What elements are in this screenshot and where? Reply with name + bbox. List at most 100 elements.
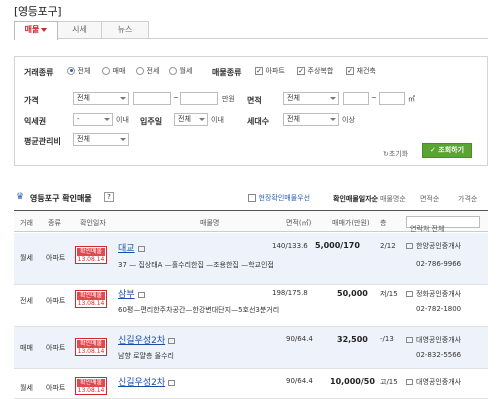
- deal-cell: 전세: [20, 297, 33, 305]
- agent-cell[interactable]: 한양공인중개사: [406, 241, 461, 251]
- maintenance-select[interactable]: 전체: [73, 133, 129, 146]
- premium-label: 익세권: [24, 117, 47, 126]
- search-label: 조회하기: [438, 146, 465, 154]
- checkbox-checked-icon: ✓: [297, 66, 305, 75]
- tab-label: 매물: [24, 25, 40, 34]
- select-value: 전체: [77, 135, 90, 143]
- household-select[interactable]: 전체: [283, 113, 339, 126]
- sort-price[interactable]: 가격순: [458, 194, 477, 204]
- table-row[interactable]: 전세 아파트 확인매물 13.08.14 삼부 60평—편리한주차공간—한강변대단…: [14, 285, 488, 327]
- page-title: [영등포구]: [14, 5, 62, 18]
- table-row[interactable]: 매매 아파트 확인매물 13.08.14 신길우성2차 남향 로얄층 올수리 90…: [14, 327, 488, 369]
- floor-cell: 2/12: [380, 242, 396, 250]
- select-value: 전체: [178, 115, 191, 123]
- table-row[interactable]: 월세 아파트 확인매물 13.08.14 신길우성2차 90/64.4 10,00…: [14, 369, 488, 399]
- household-suffix: 이상: [342, 116, 355, 124]
- radio-icon: [67, 66, 75, 75]
- deal-radio-all[interactable]: 전체: [67, 66, 90, 76]
- range-tilde: ~: [371, 94, 377, 102]
- type-check-rebuild[interactable]: ✓ 재건축: [346, 66, 376, 76]
- type-cell: 아파트: [46, 254, 66, 262]
- listing-link[interactable]: 삼부: [118, 290, 135, 300]
- tab-prices[interactable]: 시세: [57, 21, 102, 39]
- check-icon: ✓: [429, 146, 436, 154]
- radio-icon: [169, 66, 177, 75]
- tab-news[interactable]: 뉴스: [101, 21, 149, 39]
- checkbox-checked-icon: ✓: [346, 66, 354, 75]
- premium-select[interactable]: -: [73, 113, 113, 126]
- area-max-input[interactable]: [379, 92, 405, 105]
- table-row[interactable]: 월세 아파트 확인매물 13.08.14 대교 37 — 집상태A —홀수리한집 …: [14, 233, 488, 285]
- listing-desc: 60평—편리한주차공간—한강변대단지—5호선3분거리: [118, 306, 280, 314]
- agent-name[interactable]: 한양공인중개사: [416, 242, 461, 250]
- stamp-label: 확인매물: [77, 340, 105, 348]
- verified-stamp: 확인매물 13.08.14: [75, 338, 107, 356]
- agent-name[interactable]: 대영공인중개사: [416, 378, 461, 386]
- floor-cell: -/13: [380, 335, 394, 343]
- price-min-input[interactable]: [133, 92, 171, 105]
- listing-link[interactable]: 신길우성2차: [118, 336, 165, 346]
- reset-button[interactable]: ↻초기화: [383, 149, 408, 159]
- sort-area[interactable]: 면적순: [420, 194, 439, 204]
- maintenance-label: 평균관리비: [24, 137, 61, 146]
- filter-panel: 거래종류 전체 매매 전세 월세 매물종류 ✓ 아파트 ✓ 주상복합 ✓ 재건축…: [14, 56, 488, 166]
- radio-label: 매매: [112, 67, 126, 75]
- radio-label: 월세: [179, 67, 193, 75]
- popup-icon[interactable]: [168, 380, 176, 386]
- price-min-select[interactable]: 전체: [73, 92, 129, 105]
- popup-icon[interactable]: [137, 292, 145, 298]
- sort-date[interactable]: 확인매물일자순: [333, 194, 378, 204]
- move-in-select[interactable]: 전체: [174, 113, 208, 126]
- agent-icon: [406, 337, 413, 343]
- dropdown-arrow-icon: [330, 118, 336, 121]
- verified-stamp: 확인매물 13.08.14: [75, 290, 107, 308]
- radio-icon: [136, 66, 144, 75]
- area-cell: 90/64.4: [286, 377, 313, 385]
- checkbox-label: 주상복합: [307, 67, 334, 75]
- on-site-first-check[interactable]: 현장확인매물우선: [248, 193, 310, 203]
- help-icon[interactable]: ?: [104, 192, 114, 202]
- area-min-input[interactable]: [343, 92, 369, 105]
- type-check-apt[interactable]: ✓ 아파트: [255, 66, 285, 76]
- agent-icon: [406, 291, 413, 297]
- popup-icon[interactable]: [137, 246, 145, 252]
- area-label: 면적: [247, 96, 262, 105]
- type-check-mixed[interactable]: ✓ 주상복합: [297, 66, 333, 76]
- agent-cell[interactable]: 정화공인중개사: [406, 289, 461, 299]
- table-header: 거래 종류 확인일자 매물명 면적(㎡) 매매가(만원) 층 연락처 전체: [14, 210, 488, 233]
- sort-name[interactable]: 매물명순: [380, 194, 406, 204]
- listing-name[interactable]: 대교: [118, 241, 145, 254]
- popup-icon[interactable]: [168, 338, 176, 344]
- agent-name[interactable]: 정화공인중개사: [416, 290, 461, 298]
- listing-name[interactable]: 삼부: [118, 287, 145, 300]
- contact-select[interactable]: 연락처 전체: [406, 216, 480, 233]
- agent-icon: [406, 379, 413, 385]
- deal-radio-sale[interactable]: 매매: [102, 66, 125, 76]
- select-value: 전체: [287, 94, 300, 102]
- dropdown-arrow-icon: [330, 97, 336, 100]
- agent-name[interactable]: 대영공인중개사: [416, 336, 461, 344]
- radio-icon: [102, 66, 110, 75]
- deal-type-label: 거래종류: [24, 68, 54, 77]
- checkbox-label: 현장확인매물우선: [258, 194, 311, 202]
- price-max-input[interactable]: [180, 92, 218, 105]
- area-select[interactable]: 전체: [283, 92, 339, 105]
- floor-cell: 고/15: [380, 378, 398, 386]
- listing-name[interactable]: 신길우성2차: [118, 375, 176, 388]
- checkbox-label: 아파트: [265, 67, 285, 75]
- deal-radio-monthly[interactable]: 월세: [169, 66, 192, 76]
- search-button[interactable]: ✓ 조회하기: [422, 143, 472, 158]
- tab-listings[interactable]: 매물: [14, 21, 58, 40]
- deal-radio-jeonse[interactable]: 전세: [136, 66, 159, 76]
- listing-desc: 37 — 집상태A —홀수리한집 —조용한집 —학교인접: [118, 261, 274, 269]
- price-cell: 50,000: [337, 289, 368, 298]
- floor-cell: 저/15: [380, 290, 398, 298]
- checkbox-label: 재건축: [356, 67, 376, 75]
- listing-link[interactable]: 대교: [118, 244, 135, 254]
- agent-cell[interactable]: 대영공인중개사: [406, 335, 461, 345]
- agent-cell[interactable]: 대영공인중개사: [406, 377, 461, 387]
- agent-icon: [406, 243, 413, 249]
- listing-link[interactable]: 신길우성2차: [118, 378, 165, 388]
- section-title: 영등포구 확인매물: [30, 194, 92, 203]
- listing-name[interactable]: 신길우성2차: [118, 333, 176, 346]
